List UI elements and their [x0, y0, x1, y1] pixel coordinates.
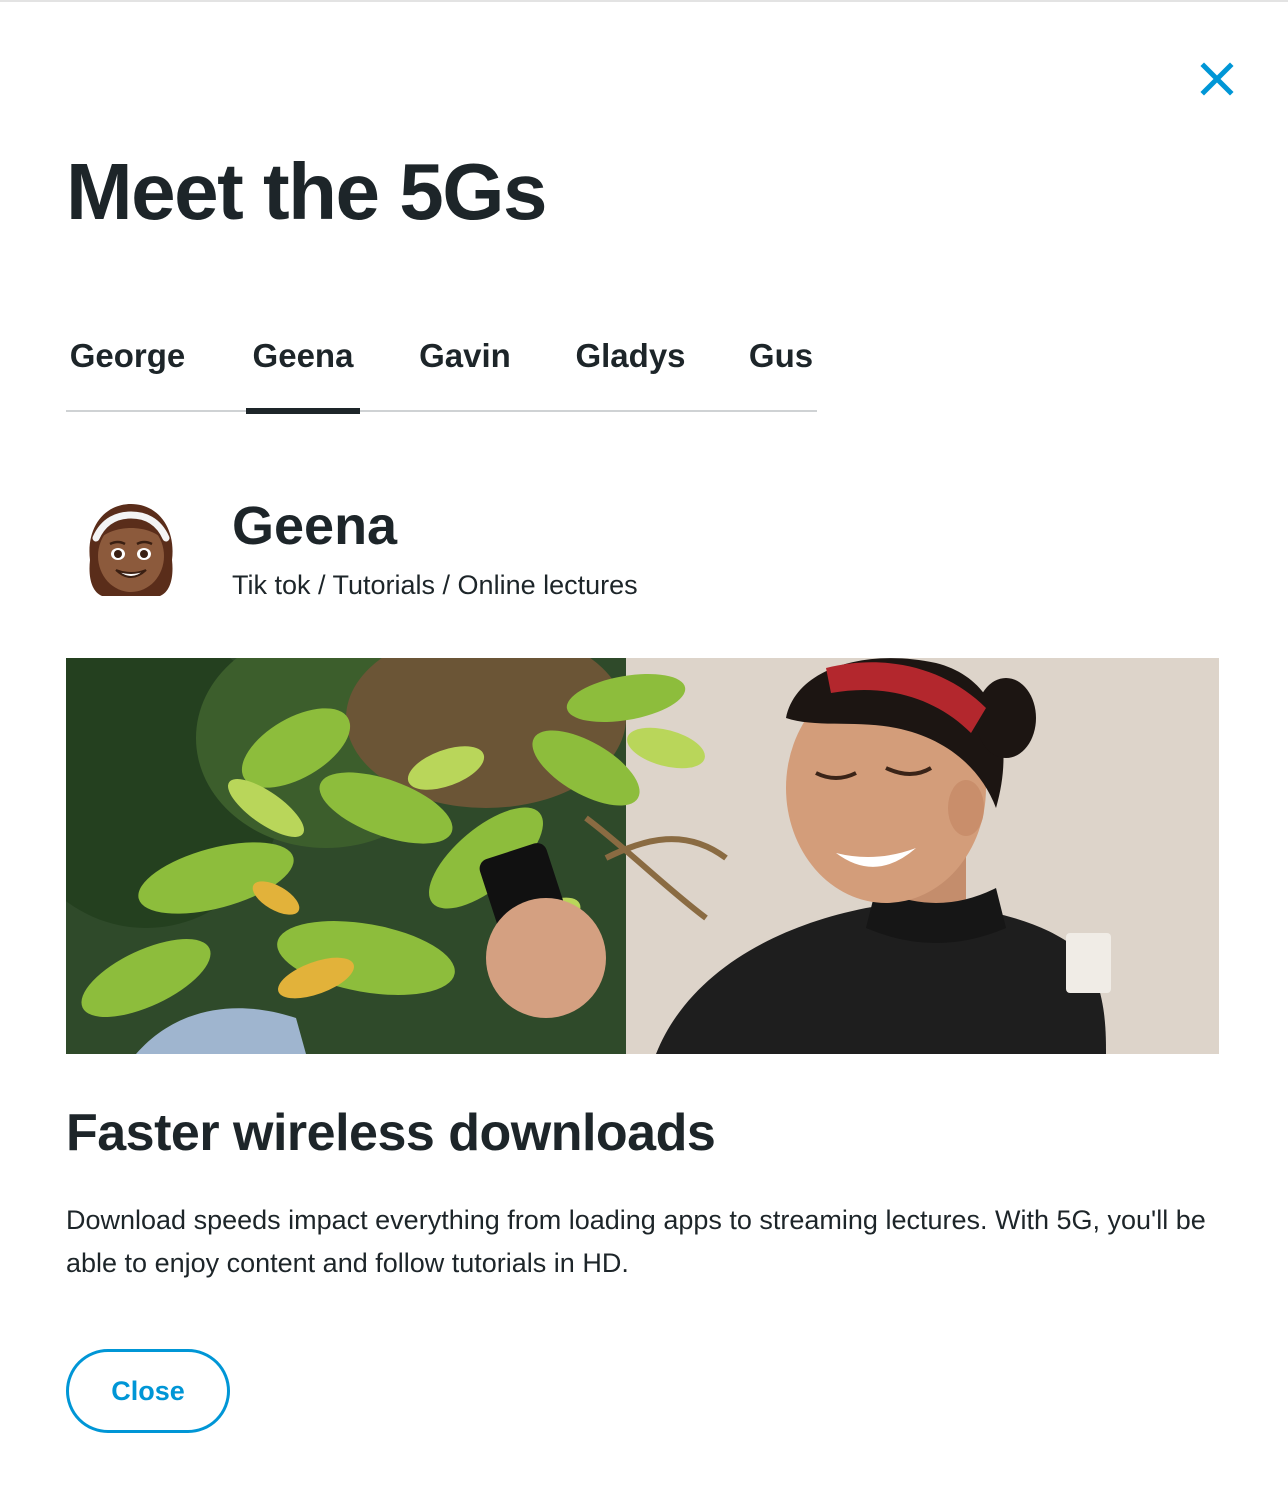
tab-gladys[interactable]: Gladys	[573, 332, 688, 412]
feature-description: Download speeds impact everything from l…	[66, 1205, 1206, 1278]
tab-bar: George Geena Gavin Gladys Gus	[66, 332, 817, 414]
feature-heading: Faster wireless downloads	[66, 1104, 716, 1162]
modal-title: Meet the 5Gs	[66, 147, 547, 236]
hero-photo	[66, 658, 1219, 1054]
smiling-woman-with-phone-photo	[66, 658, 1219, 1054]
close-icon[interactable]	[1198, 60, 1236, 98]
profile-name: Geena	[232, 496, 398, 556]
close-button[interactable]: Close	[66, 1349, 230, 1433]
tab-gus[interactable]: Gus	[748, 332, 814, 412]
modal-dialog: Meet the 5Gs George Geena Gavin Gladys G…	[0, 0, 1288, 1504]
tab-george[interactable]: George	[66, 332, 189, 412]
tab-geena[interactable]: Geena	[246, 332, 360, 414]
tab-gavin[interactable]: Gavin	[417, 332, 513, 412]
profile-tags: Tik tok / Tutorials / Online lectures	[232, 570, 638, 600]
girl-emoji-icon	[89, 504, 173, 596]
